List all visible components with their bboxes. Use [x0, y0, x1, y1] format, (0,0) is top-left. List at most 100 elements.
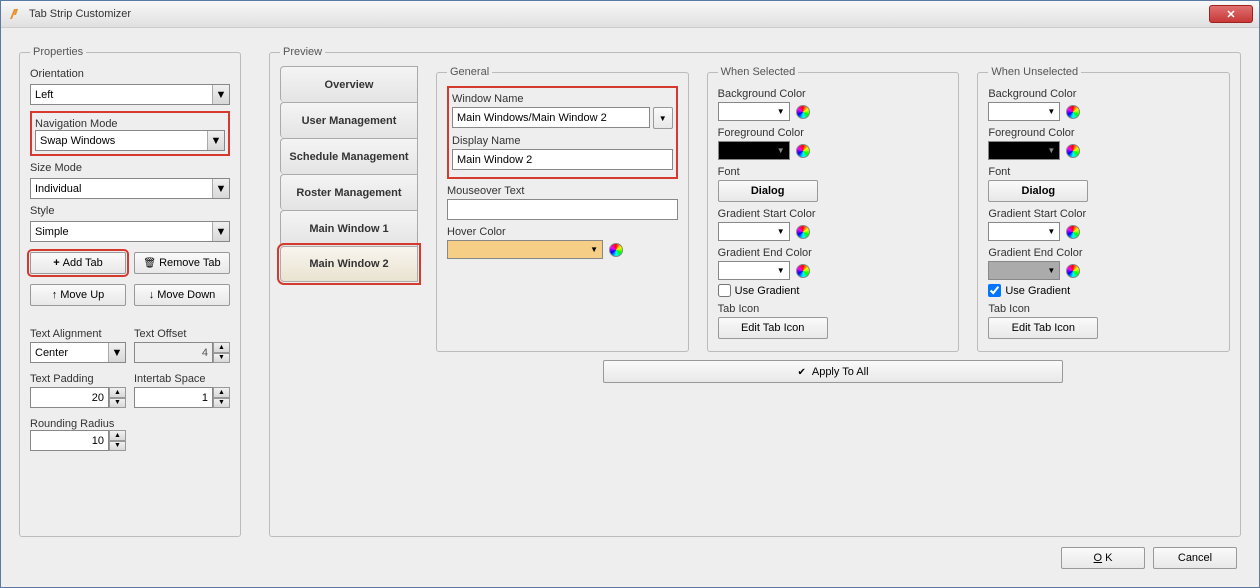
ok-button[interactable]: OK	[1061, 547, 1145, 569]
text-alignment-label: Text Alignment	[30, 328, 126, 340]
preview-tab[interactable]: Schedule Management	[280, 138, 418, 174]
selected-grad-start-picker[interactable]: ▼	[718, 222, 790, 241]
style-select[interactable]: Simple	[30, 221, 230, 242]
nav-mode-highlight: Navigation Mode Swap Windows ▼	[30, 111, 230, 156]
chevron-down-icon: ▼	[1047, 266, 1055, 275]
text-alignment-select[interactable]: Center	[30, 342, 126, 363]
text-padding-spinner[interactable]: ▲▼	[30, 387, 126, 408]
selected-edit-icon-button[interactable]: Edit Tab Icon	[718, 317, 828, 339]
preview-tab[interactable]: Roster Management	[280, 174, 418, 210]
spinner-up-icon[interactable]: ▲	[213, 342, 230, 353]
unselected-grad-end-label: Gradient End Color	[988, 247, 1219, 259]
preview-tab[interactable]: Main Window 1	[280, 210, 418, 246]
chevron-down-icon: ▼	[777, 227, 785, 236]
spinner-down-icon[interactable]: ▼	[109, 398, 126, 409]
selected-bg-label: Background Color	[718, 88, 949, 100]
remove-tab-button[interactable]: Remove Tab	[134, 252, 230, 274]
preview-tab[interactable]: User Management	[280, 102, 418, 138]
window-name-dropdown-button[interactable]: ▼	[653, 107, 673, 129]
spinner-down-icon[interactable]: ▼	[213, 398, 230, 409]
dialog-body: Properties Orientation Left ▼ Navigation…	[1, 28, 1259, 587]
unselected-tab-icon-label: Tab Icon	[988, 303, 1219, 315]
selected-font-button[interactable]: Dialog	[718, 180, 818, 202]
selected-fg-color-picker[interactable]: ▼	[718, 141, 790, 160]
unselected-bg-color-picker[interactable]: ▼	[988, 102, 1060, 121]
text-offset-input[interactable]	[134, 342, 213, 363]
unselected-edit-icon-button[interactable]: Edit Tab Icon	[988, 317, 1098, 339]
properties-panel: Properties Orientation Left ▼ Navigation…	[19, 46, 241, 537]
text-padding-input[interactable]	[30, 387, 109, 408]
chevron-down-icon: ▼	[1047, 146, 1055, 155]
selected-grad-end-label: Gradient End Color	[718, 247, 949, 259]
unselected-grad-start-label: Gradient Start Color	[988, 208, 1219, 220]
color-wheel-icon[interactable]	[796, 225, 810, 239]
cancel-button[interactable]: Cancel	[1153, 547, 1237, 569]
selected-fg-label: Foreground Color	[718, 127, 949, 139]
hover-color-picker[interactable]: ▼	[447, 240, 603, 259]
color-wheel-icon[interactable]	[609, 243, 623, 257]
rounding-spinner[interactable]: ▲▼	[30, 430, 126, 451]
trash-icon	[143, 257, 156, 269]
move-down-button[interactable]: Move Down	[134, 284, 230, 306]
arrow-up-icon	[52, 289, 58, 301]
chevron-down-icon: ▼	[777, 107, 785, 116]
spinner-up-icon[interactable]: ▲	[109, 430, 126, 441]
text-offset-label: Text Offset	[134, 328, 230, 340]
mouseover-label: Mouseover Text	[447, 185, 678, 197]
spinner-down-icon[interactable]: ▼	[109, 441, 126, 452]
general-legend: General	[447, 66, 492, 78]
spinner-up-icon[interactable]: ▲	[213, 387, 230, 398]
unselected-use-gradient-checkbox[interactable]	[988, 284, 1001, 297]
properties-legend: Properties	[30, 46, 86, 58]
spinner-down-icon[interactable]: ▼	[213, 353, 230, 364]
move-up-button[interactable]: Move Up	[30, 284, 126, 306]
window-name-input[interactable]	[452, 107, 650, 128]
color-wheel-icon[interactable]	[1066, 144, 1080, 158]
rounding-input[interactable]	[30, 430, 109, 451]
close-button[interactable]: ✕	[1209, 5, 1253, 23]
unselected-grad-end-picker[interactable]: ▼	[988, 261, 1060, 280]
preview-tab[interactable]: Overview	[280, 66, 418, 102]
selected-use-gradient-checkbox[interactable]	[718, 284, 731, 297]
spinner-up-icon[interactable]: ▲	[109, 387, 126, 398]
orientation-select[interactable]: Left	[30, 84, 230, 105]
style-label: Style	[30, 205, 230, 217]
general-panel: General Window Name ▼	[436, 66, 689, 352]
color-wheel-icon[interactable]	[1066, 225, 1080, 239]
color-wheel-icon[interactable]	[796, 105, 810, 119]
size-mode-select[interactable]: Individual	[30, 178, 230, 199]
close-icon: ✕	[1226, 8, 1235, 21]
chevron-down-icon: ▼	[777, 146, 785, 155]
mouseover-input[interactable]	[447, 199, 678, 220]
preview-tab-selected[interactable]: Main Window 2	[280, 246, 418, 282]
unselected-fg-color-picker[interactable]: ▼	[988, 141, 1060, 160]
app-icon	[7, 6, 23, 22]
unselected-grad-start-picker[interactable]: ▼	[988, 222, 1060, 241]
color-wheel-icon[interactable]	[796, 264, 810, 278]
intertab-spinner[interactable]: ▲▼	[134, 387, 230, 408]
unselected-font-button[interactable]: Dialog	[988, 180, 1088, 202]
apply-to-all-button[interactable]: Apply To All	[603, 360, 1063, 383]
add-tab-button[interactable]: +Add Tab	[30, 252, 126, 274]
chevron-down-icon: ▼	[1047, 227, 1055, 236]
chevron-down-icon: ▼	[777, 266, 785, 275]
selected-legend: When Selected	[718, 66, 799, 78]
orientation-label: Orientation	[30, 68, 230, 80]
text-padding-label: Text Padding	[30, 373, 126, 385]
unselected-legend: When Unselected	[988, 66, 1081, 78]
color-wheel-icon[interactable]	[1066, 105, 1080, 119]
color-wheel-icon[interactable]	[1066, 264, 1080, 278]
chevron-down-icon: ▼	[1047, 107, 1055, 116]
intertab-input[interactable]	[134, 387, 213, 408]
selected-grad-end-picker[interactable]: ▼	[718, 261, 790, 280]
display-name-label: Display Name	[452, 135, 673, 147]
dialog-footer: OK Cancel	[19, 537, 1241, 569]
color-wheel-icon[interactable]	[796, 144, 810, 158]
nav-mode-select[interactable]: Swap Windows	[35, 130, 225, 151]
text-offset-spinner[interactable]: ▲▼	[134, 342, 230, 363]
dialog-window: Tab Strip Customizer ✕ Properties Orient…	[0, 0, 1260, 588]
display-name-input[interactable]	[452, 149, 673, 170]
unselected-use-gradient-label: Use Gradient	[1005, 285, 1070, 297]
rounding-label: Rounding Radius	[30, 418, 126, 430]
selected-bg-color-picker[interactable]: ▼	[718, 102, 790, 121]
